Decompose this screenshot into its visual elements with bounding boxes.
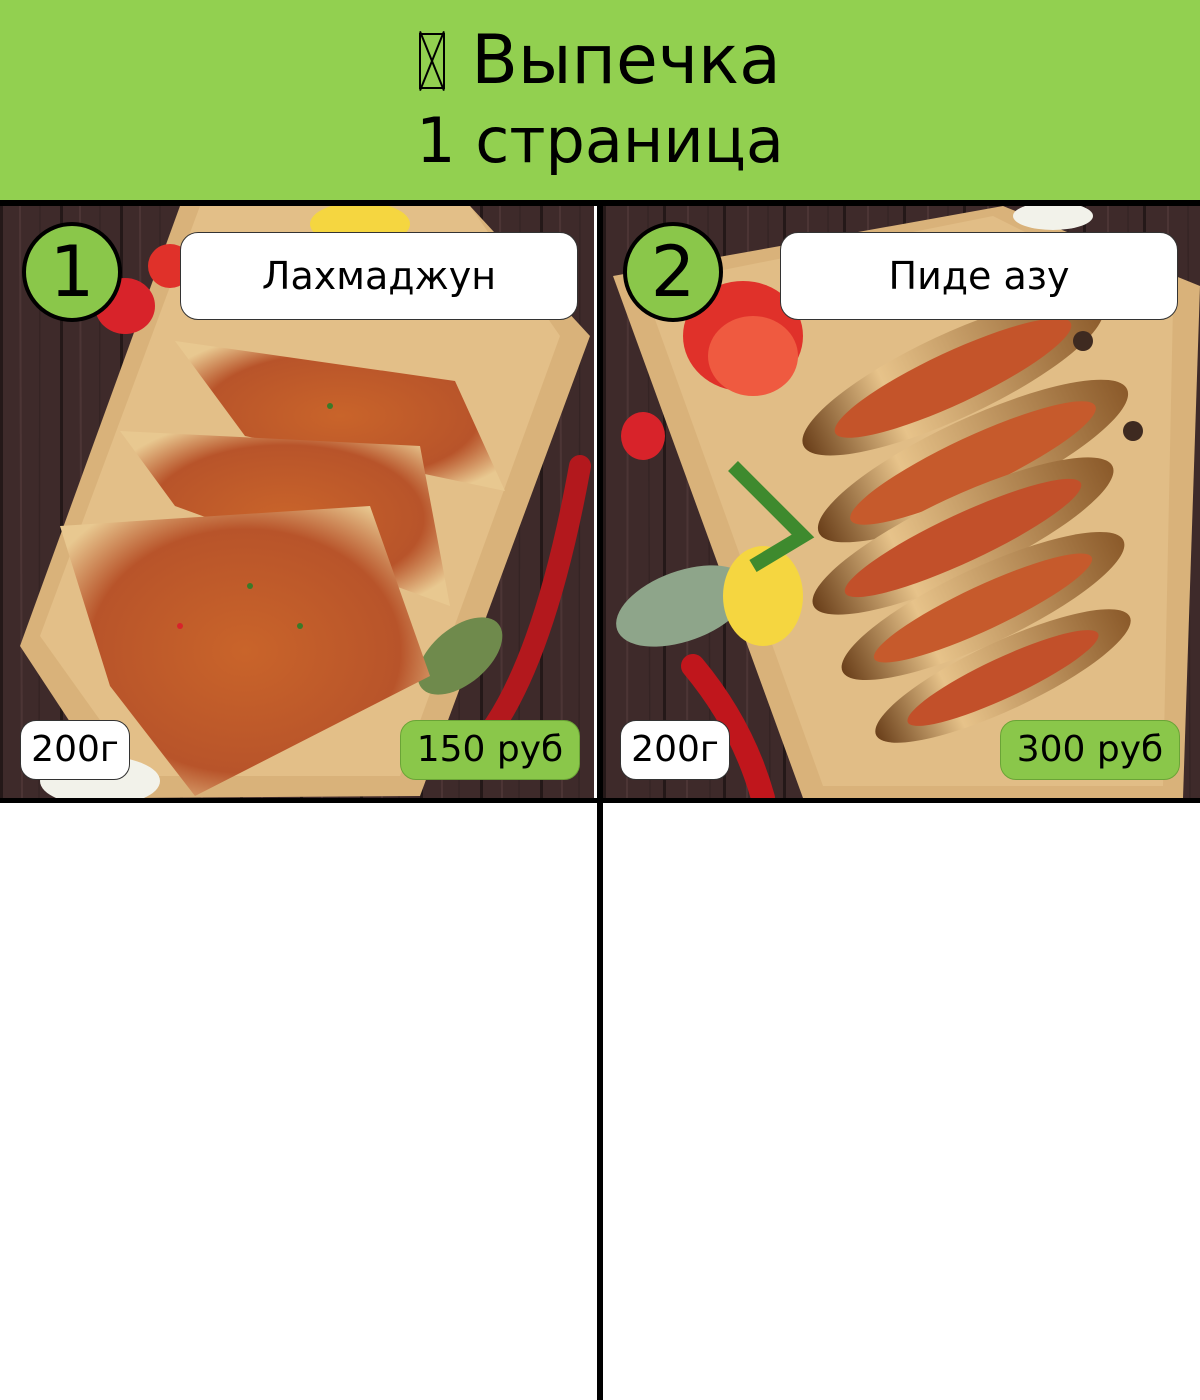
page-header: Выпечка 1 страница [0, 0, 1200, 200]
product-card[interactable]: 1 Лахмаджун 200г 150 руб [0, 206, 594, 798]
empty-cell-left [0, 803, 597, 1400]
missing-glyph-icon [419, 33, 446, 89]
product-weight-label: 200г [620, 720, 730, 780]
page-subtitle: 1 страница [416, 104, 784, 177]
page-title: Выпечка [471, 21, 781, 100]
product-price-label: 300 руб [1000, 720, 1180, 780]
product-name-label: Лахмаджун [180, 232, 578, 320]
product-number-badge: 1 [22, 222, 122, 322]
page-title-row: Выпечка [0, 18, 1200, 104]
product-name-label: Пиде азу [780, 232, 1178, 320]
empty-cell-right [603, 803, 1200, 1400]
product-price-label: 150 руб [400, 720, 580, 780]
product-number-badge: 2 [623, 222, 723, 322]
product-card[interactable]: 2 Пиде азу 200г 300 руб [603, 206, 1200, 798]
product-weight-label: 200г [20, 720, 130, 780]
